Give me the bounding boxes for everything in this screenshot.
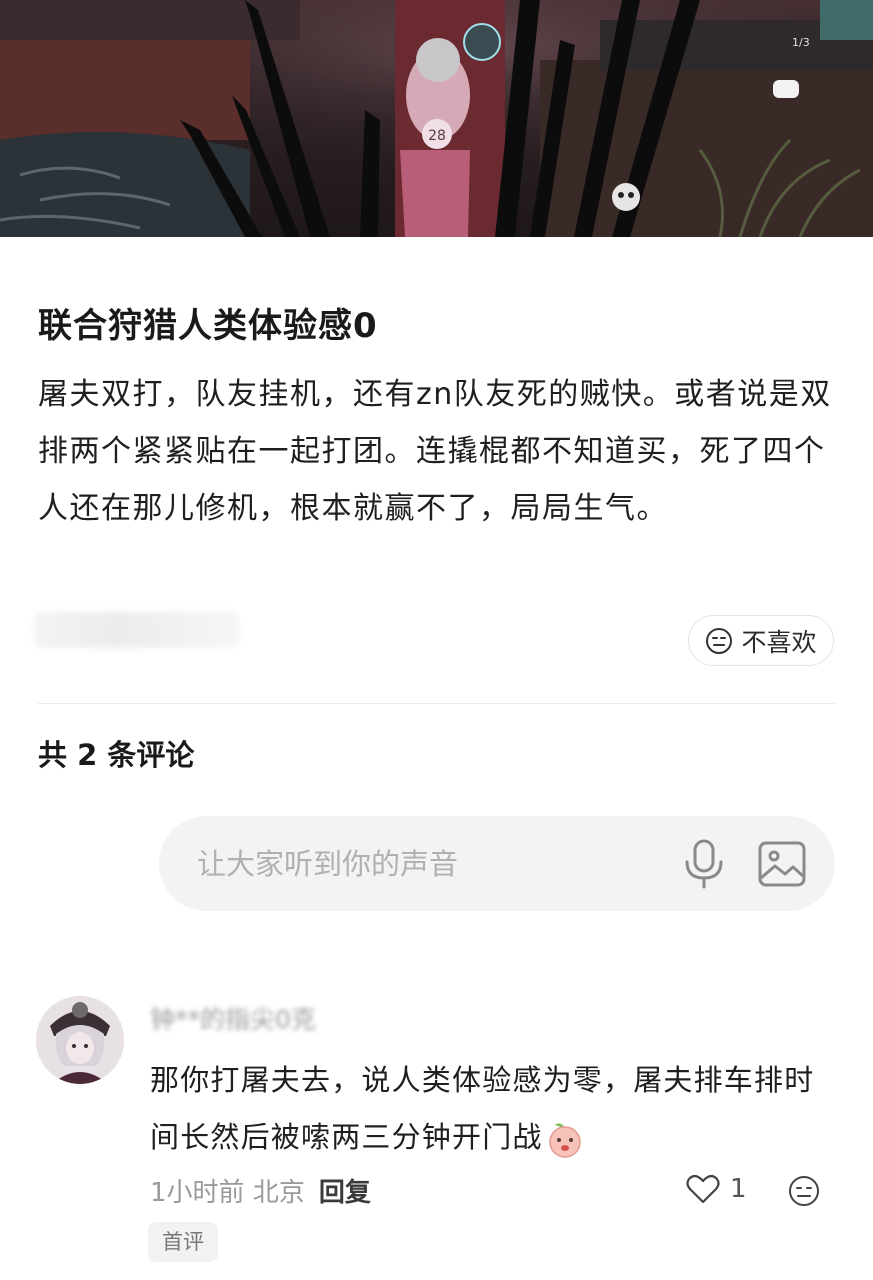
image-page-indicator: 1/3 [792, 36, 810, 49]
comment-location: 北京 [252, 1178, 305, 1208]
comment-meta: 1小时前 北京 回复 [150, 1172, 371, 1209]
post-image[interactable]: 28 1/3 [0, 0, 873, 237]
comment-input-bar[interactable] [159, 816, 835, 911]
avatar[interactable] [36, 996, 124, 1084]
reply-button[interactable]: 回复 [319, 1178, 371, 1208]
comment-dislike-icon[interactable] [788, 1175, 820, 1207]
like-count: 1 [730, 1174, 747, 1204]
comment-input[interactable] [195, 838, 659, 890]
microphone-icon[interactable] [681, 838, 727, 890]
hero-badge-number: 28 [428, 128, 446, 144]
comment-text: 那你打屠夫去，说人类体验感为零，屠夫排车排时间长然后被嗦两三分钟开门战 [150, 1052, 840, 1166]
comment-text-content: 那你打屠夫去，说人类体验感为零，屠夫排车排时间长然后被嗦两三分钟开门战 [150, 1063, 815, 1154]
neutral-face-icon [706, 627, 733, 654]
post-body: 屠夫双打，队友挂机，还有zn队友死的贼快。或者说是双排两个紧紧贴在一起打团。连撬… [38, 377, 832, 526]
dislike-label: 不喜欢 [741, 627, 817, 657]
commenter-name[interactable]: 钟**的指尖0克 [150, 1000, 380, 1036]
image-icon[interactable] [757, 840, 807, 888]
heart-icon [686, 1174, 720, 1204]
comment-time: 1小时前 [150, 1178, 245, 1208]
post-title: 联合狩猎人类体验感0 [38, 306, 378, 346]
peach-emoji-icon [548, 1123, 581, 1158]
first-comment-badge: 首评 [148, 1222, 218, 1262]
post-meta-blurred [34, 612, 239, 648]
dislike-button[interactable]: 不喜欢 [688, 615, 834, 666]
divider [38, 703, 835, 704]
comment-count: 共 2 条评论 [38, 738, 195, 772]
like-button[interactable]: 1 [686, 1174, 747, 1204]
